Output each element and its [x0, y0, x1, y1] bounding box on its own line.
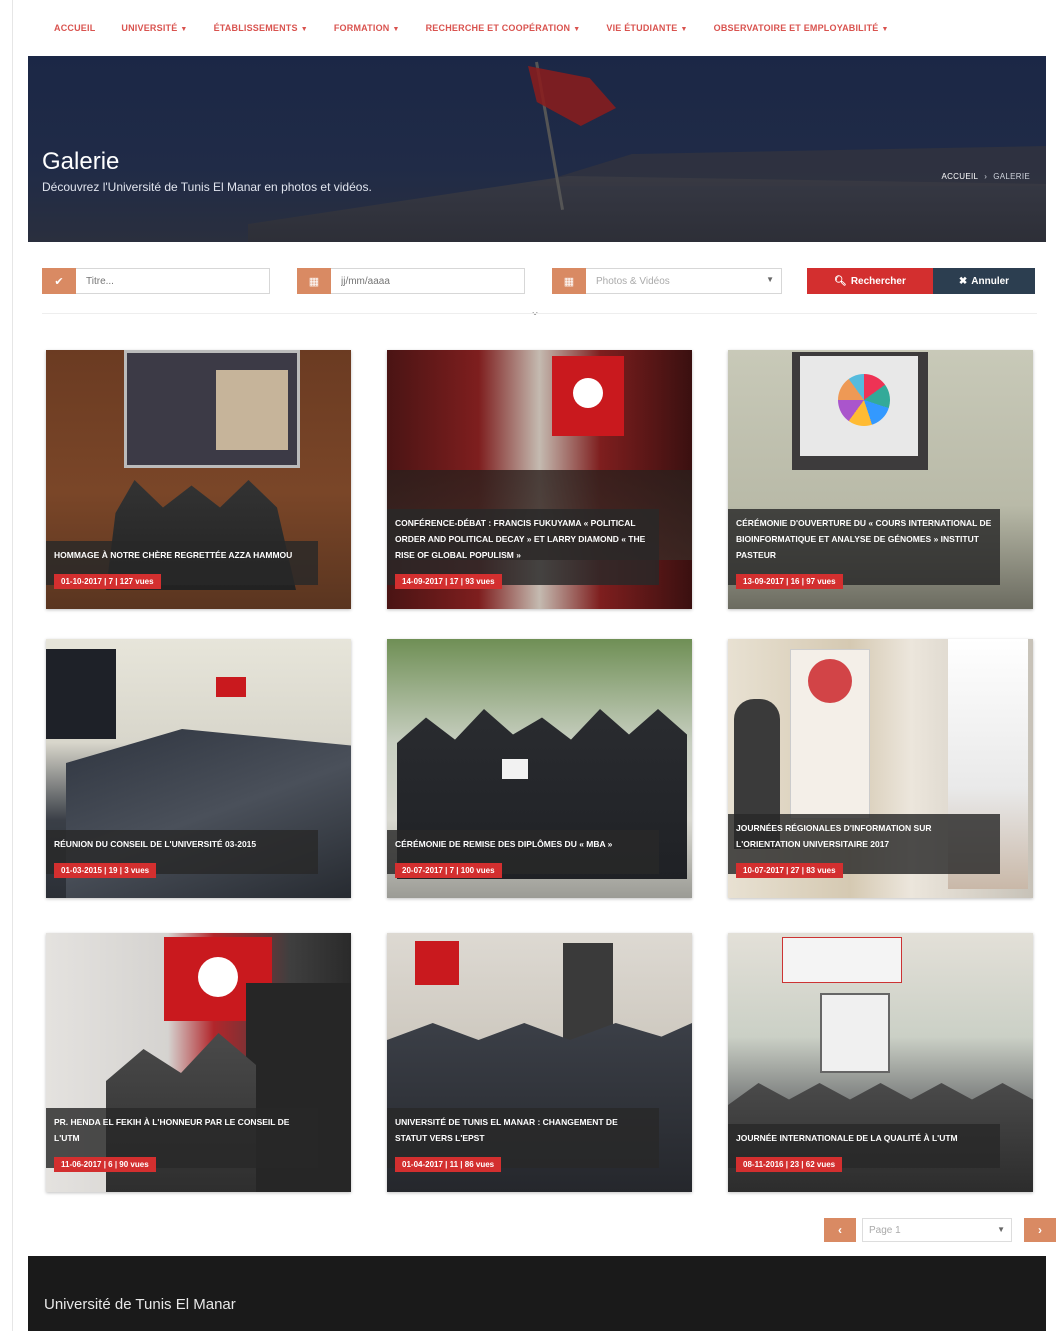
gallery-card[interactable]: HOMMAGE À NOTRE CHÈRE REGRETTÉE AZZA HAM…	[46, 350, 351, 609]
flag-icon	[216, 677, 246, 697]
footer-title: Université de Tunis El Manar	[44, 1296, 236, 1313]
close-icon: ✖	[958, 275, 968, 287]
breadcrumb-current: GALERIE	[993, 172, 1030, 181]
card-meta-badge: 10-07-2017 | 27 | 83 vues	[736, 863, 843, 878]
date-filter: ▦	[297, 268, 525, 294]
card-title: PR. HENDA EL FEKIH À L'HONNEUR PAR LE CO…	[54, 1117, 290, 1143]
date-input[interactable]	[331, 268, 525, 294]
projection-screen	[820, 993, 890, 1073]
card-title: UNIVERSITÉ DE TUNIS EL MANAR : CHANGEMEN…	[395, 1117, 618, 1143]
search-button-label: Rechercher	[850, 275, 906, 287]
calendar-icon: ▦	[552, 268, 586, 294]
pie-graphic	[838, 374, 890, 426]
filter-bar: ✔ ▦ ▦ Photos & Vidéos ▼ 🔍︎Rechercher ✖An…	[42, 268, 1037, 294]
card-title: JOURNÉES RÉGIONALES D'INFORMATION SUR L'…	[736, 823, 932, 849]
page-subtitle: Découvrez l'Université de Tunis El Manar…	[42, 180, 372, 194]
cancel-button-label: Annuler	[971, 275, 1010, 287]
flag-emblem	[573, 378, 603, 408]
card-title: HOMMAGE À NOTRE CHÈRE REGRETTÉE AZZA HAM…	[54, 550, 293, 560]
card-title: CÉRÉMONIE D'OUVERTURE DU « COURS INTERNA…	[736, 518, 992, 560]
gallery-card[interactable]: UNIVERSITÉ DE TUNIS EL MANAR : CHANGEMEN…	[387, 933, 692, 1192]
type-select[interactable]: Photos & Vidéos	[586, 268, 782, 294]
banner	[782, 937, 902, 983]
pagination: ‹ Page 1 ▼ ›	[824, 1218, 1056, 1242]
card-meta-badge: 01-03-2015 | 19 | 3 vues	[54, 863, 157, 878]
card-meta-badge: 14-09-2017 | 17 | 93 vues	[395, 574, 502, 589]
card-title: CONFÉRENCE-DÉBAT : FRANCIS FUKUYAMA « PO…	[395, 518, 646, 560]
page-title: Galerie	[42, 148, 120, 175]
type-select-value: Photos & Vidéos	[596, 275, 670, 287]
portrait-image	[216, 370, 288, 450]
diploma	[502, 759, 528, 779]
nav-observatoire[interactable]: OBSERVATOIRE ET EMPLOYABILITÉ ▼	[714, 23, 889, 33]
nav-vie-etudiante[interactable]: VIE ÉTUDIANTE ▼	[606, 23, 687, 33]
gallery-card[interactable]: JOURNÉES RÉGIONALES D'INFORMATION SUR L'…	[728, 639, 1033, 898]
windows	[46, 649, 116, 739]
card-title: RÉUNION DU CONSEIL DE L'UNIVERSITÉ 03-20…	[54, 839, 257, 849]
chevron-down-icon: ▼	[680, 26, 688, 33]
chevron-down-icon: ▼	[881, 26, 889, 33]
prev-page-button[interactable]: ‹	[824, 1218, 856, 1242]
chevron-down-icon[interactable]: ⌄	[530, 304, 540, 318]
type-filter: ▦ Photos & Vidéos ▼	[552, 268, 782, 294]
nav-formation[interactable]: FORMATION ▼	[334, 23, 400, 33]
title-filter: ✔	[42, 268, 270, 294]
main-nav: ACCUEIL UNIVERSITÉ ▼ ÉTABLISSEMENTS ▼ FORM…	[28, 0, 1046, 56]
card-meta-badge: 01-04-2017 | 11 | 86 vues	[395, 1157, 502, 1172]
gallery-card[interactable]: RÉUNION DU CONSEIL DE L'UNIVERSITÉ 03-20…	[46, 639, 351, 898]
breadcrumb-home[interactable]: ACCUEIL	[941, 172, 978, 181]
next-page-button[interactable]: ›	[1024, 1218, 1056, 1242]
breadcrumb: ACCUEIL › GALERIE	[941, 172, 1030, 181]
flag-icon	[528, 66, 616, 126]
flag-icon	[415, 941, 459, 985]
page-border	[12, 0, 13, 1331]
banner-logo	[808, 659, 852, 703]
card-title: JOURNÉE INTERNATIONALE DE LA QUALITÉ À L…	[736, 1133, 958, 1143]
chevron-down-icon: ▼	[180, 26, 188, 33]
breadcrumb-separator: ›	[984, 172, 988, 181]
chevron-down-icon: ▼	[300, 26, 308, 33]
gallery-card[interactable]: CÉRÉMONIE DE REMISE DES DIPLÔMES DU « MB…	[387, 639, 692, 898]
card-meta-badge: 08-11-2016 | 23 | 62 vues	[736, 1157, 843, 1172]
page-select-value: Page 1	[869, 1224, 901, 1236]
chevron-down-icon: ▼	[573, 26, 581, 33]
calendar-icon: ▦	[297, 268, 331, 294]
search-button[interactable]: 🔍︎ Rechercher	[807, 268, 933, 294]
chevron-down-icon: ▼	[392, 26, 400, 33]
gallery-card[interactable]: CONFÉRENCE-DÉBAT : FRANCIS FUKUYAMA « PO…	[387, 350, 692, 609]
card-meta-badge: 13-09-2017 | 16 | 97 vues	[736, 574, 843, 589]
gallery-card[interactable]: CÉRÉMONIE D'OUVERTURE DU « COURS INTERNA…	[728, 350, 1033, 609]
cancel-button[interactable]: ✖ Annuler	[933, 268, 1035, 294]
card-meta-badge: 01-10-2017 | 7 | 127 vues	[54, 574, 161, 589]
title-input[interactable]	[76, 268, 270, 294]
card-meta-badge: 11-06-2017 | 6 | 90 vues	[54, 1157, 156, 1172]
search-icon: 🔍︎	[834, 275, 847, 287]
nav-accueil[interactable]: ACCUEIL	[54, 23, 95, 33]
hero-banner: Galerie Découvrez l'Université de Tunis …	[28, 56, 1046, 242]
divider	[42, 313, 1037, 314]
check-icon: ✔	[42, 268, 76, 294]
nav-recherche[interactable]: RECHERCHE ET COOPÉRATION ▼	[426, 23, 581, 33]
gallery-card[interactable]: JOURNÉE INTERNATIONALE DE LA QUALITÉ À L…	[728, 933, 1033, 1192]
card-title: CÉRÉMONIE DE REMISE DES DIPLÔMES DU « MB…	[395, 839, 613, 849]
nav-universite[interactable]: UNIVERSITÉ ▼	[121, 23, 187, 33]
chevron-down-icon: ▼	[997, 1225, 1005, 1234]
page-select[interactable]: Page 1 ▼	[862, 1218, 1012, 1242]
flag-emblem	[198, 957, 238, 997]
card-meta-badge: 20-07-2017 | 7 | 100 vues	[395, 863, 502, 878]
footer: Université de Tunis El Manar	[28, 1256, 1046, 1331]
gallery-card[interactable]: PR. HENDA EL FEKIH À L'HONNEUR PAR LE CO…	[46, 933, 351, 1192]
nav-etablissements[interactable]: ÉTABLISSEMENTS ▼	[214, 23, 308, 33]
